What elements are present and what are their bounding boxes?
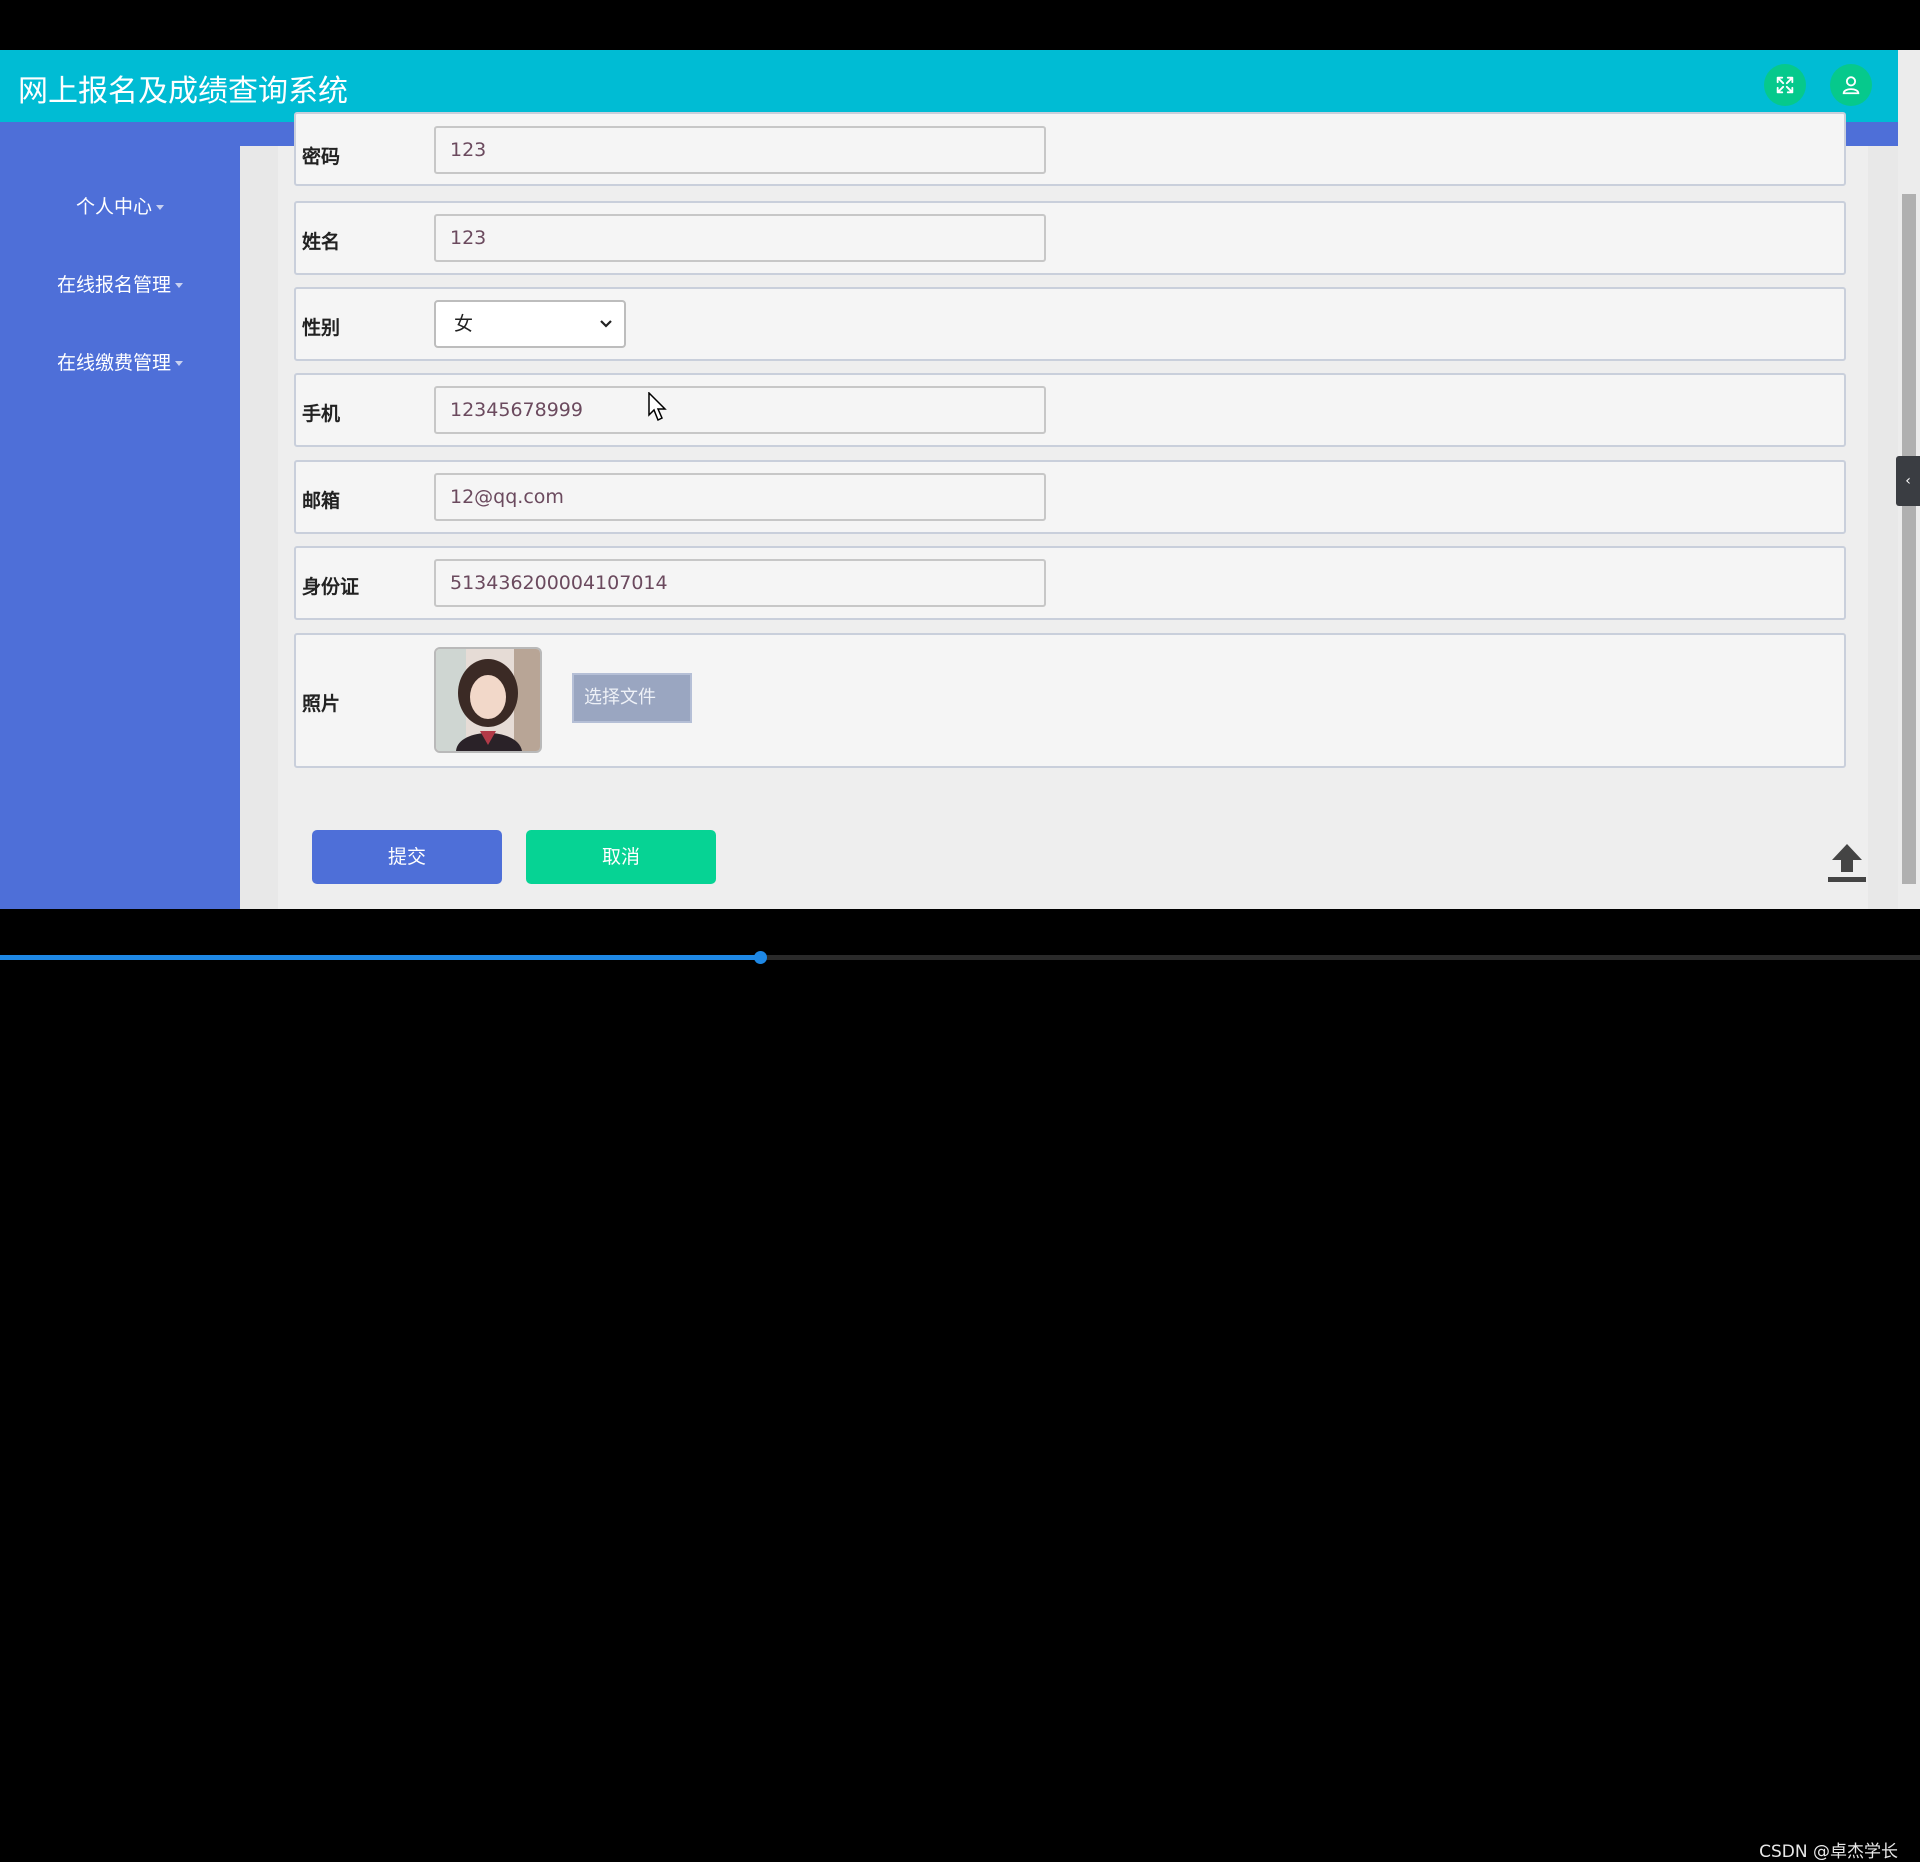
id-card-field[interactable]: 513436200004107014 [434,559,1046,607]
choose-file-button[interactable]: 选择文件 [572,673,692,723]
chevron-down-icon [600,320,612,328]
user-button[interactable] [1830,64,1872,106]
sidebar-item-label: 个人中心 [75,196,152,218]
email-label: 邮箱 [302,490,341,512]
sidebar: 个人中心 在线报名管理 在线缴费管理 [0,146,240,909]
gender-select[interactable]: 女 [434,300,626,348]
name-field[interactable]: 123 [434,214,1046,262]
email-field[interactable]: 12@qq.com [434,473,1046,521]
cancel-button[interactable]: 取消 [526,830,716,884]
scroll-thumb[interactable] [1902,194,1916,884]
form-row-id-card: 身份证 513436200004107014 [294,546,1846,620]
gender-label: 性别 [302,317,341,339]
back-to-top-button[interactable] [1824,840,1870,890]
form-row-password: 密码 123 [294,112,1846,186]
expand-arrows-icon [1776,76,1794,94]
caret-down-icon [175,361,183,366]
chevron-left-icon: ‹ [1905,473,1911,489]
form-row-photo: 照片 选择文件 [294,633,1846,768]
top-black-bar [0,0,1920,50]
sidebar-item-label: 在线缴费管理 [56,352,171,374]
app-window: 网上报名及成绩查询系统 个人中心 在线报名管理 在线缴费管理 密码 123 姓名… [0,50,1920,909]
submit-button[interactable]: 提交 [312,830,502,884]
name-label: 姓名 [302,231,341,253]
upload-arrow-icon [1828,844,1866,882]
profile-photo [434,647,542,753]
video-progress-fill [0,955,761,960]
watermark: CSDN @卓杰学长 [1759,1842,1898,1862]
form-row-name: 姓名 123 [294,201,1846,275]
video-controls-bar: CSDN @卓杰学长 [0,909,1920,1862]
gender-selected-value: 女 [454,313,474,335]
photo-label: 照片 [302,693,341,715]
sidebar-item-registration-management[interactable]: 在线报名管理 [0,270,240,297]
form-row-gender: 性别 女 [294,287,1846,361]
mouse-cursor-icon [648,391,668,426]
user-icon [1842,76,1860,95]
sidebar-item-label: 在线报名管理 [56,274,171,296]
id-card-label: 身份证 [302,576,360,598]
video-progress-handle[interactable] [754,951,768,964]
sidebar-item-personal-center[interactable]: 个人中心 [0,192,240,219]
phone-field[interactable]: 12345678999 [434,386,1046,434]
password-field[interactable]: 123 [434,126,1046,174]
password-label: 密码 [302,146,341,168]
caret-down-icon [156,205,164,210]
fullscreen-button[interactable] [1764,64,1806,106]
form-row-email: 邮箱 12@qq.com [294,460,1846,534]
phone-label: 手机 [302,403,341,425]
form-row-phone: 手机 12345678999 [294,373,1846,447]
video-progress-bar[interactable] [0,951,1920,964]
app-title: 网上报名及成绩查询系统 [18,74,348,109]
sidebar-item-payment-management[interactable]: 在线缴费管理 [0,348,240,375]
caret-down-icon [175,283,183,288]
side-panel-toggle[interactable]: ‹ [1896,456,1920,506]
